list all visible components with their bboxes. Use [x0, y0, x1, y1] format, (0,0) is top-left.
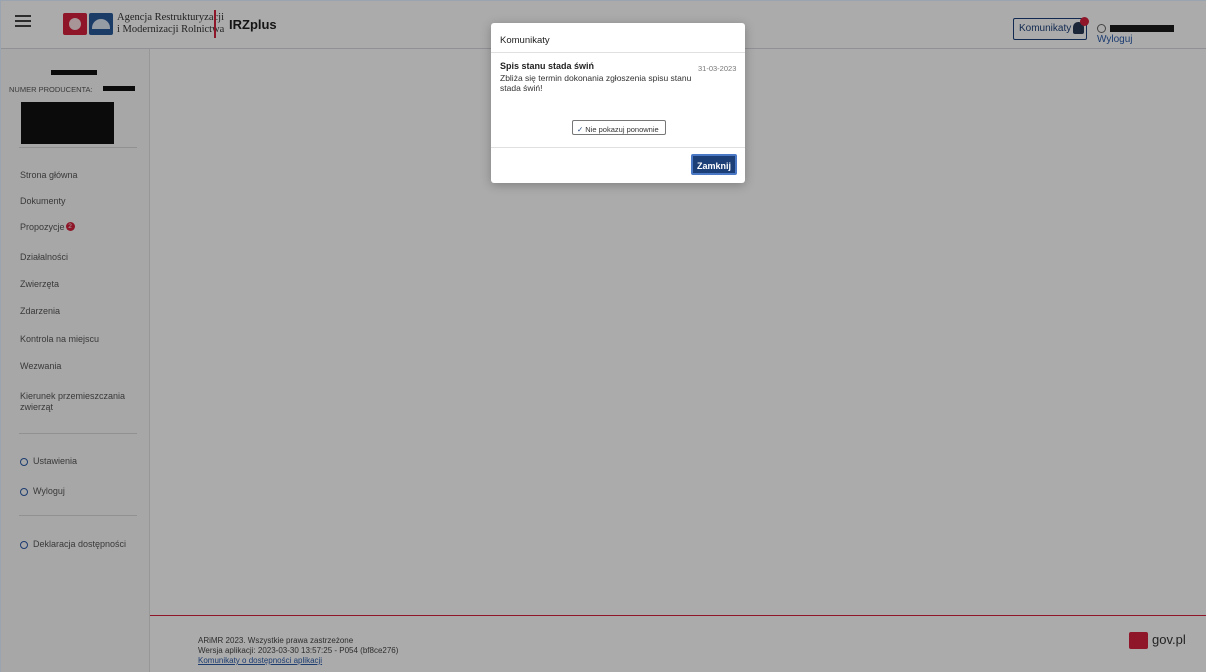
message-subject: Spis stanu stada świń — [500, 61, 595, 71]
dont-show-again-button[interactable]: ✓ Nie pokazuj ponownie — [572, 120, 666, 135]
modal-title: Komunikaty — [500, 35, 550, 46]
messages-modal: Komunikaty Spis stanu stada świń 31-03-2… — [491, 23, 745, 183]
modal-footer-divider — [491, 147, 745, 148]
checkmark-icon: ✓ — [577, 124, 584, 134]
message-body: Zbliża się termin dokonania zgłoszenia s… — [500, 73, 692, 93]
message-date: 31-03-2023 — [698, 64, 737, 73]
modal-header-divider — [491, 52, 745, 53]
close-modal-button[interactable]: Zamknij — [691, 154, 737, 175]
app-window: Agencja Restrukturyzacji i Modernizacji … — [0, 0, 1206, 672]
dont-show-again-label: Nie pokazuj ponownie — [585, 124, 659, 134]
